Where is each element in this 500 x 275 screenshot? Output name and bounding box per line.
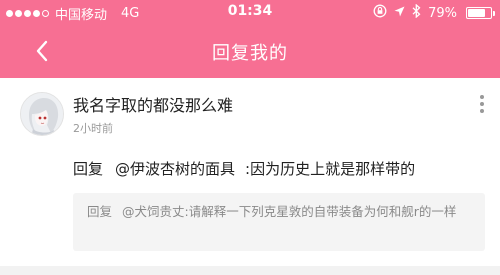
location-arrow-icon: [394, 6, 405, 21]
page-title: 回复我的: [212, 43, 288, 64]
status-right: 79%: [373, 3, 495, 22]
mention-link[interactable]: @伊波杏树的面具: [115, 160, 235, 178]
timestamp: 2小时前: [73, 122, 113, 135]
quote-reply-label: 回复: [87, 204, 113, 219]
quote-message: 请解释一下列克星敦的自带装备为何和舰r的一样: [188, 204, 457, 219]
username[interactable]: 我名字取的都没那么难: [73, 92, 233, 116]
reply-message: :因为历史上就是那样带的: [245, 160, 416, 178]
reply-label: 回复: [73, 160, 104, 178]
reply-content: 回复 @伊波杏树的面具 :因为历史上就是那样带的: [73, 158, 415, 179]
bluetooth-icon: [412, 3, 421, 22]
rotation-lock-icon: [373, 4, 387, 22]
battery-fill: [468, 9, 486, 17]
more-vertical-icon[interactable]: [474, 93, 490, 115]
quote-mention: @犬饲贵丈:: [122, 204, 189, 219]
nav-bar: 回复我的: [0, 25, 500, 78]
status-bar: 中国移动 4G 01:34 79%: [0, 0, 500, 25]
avatar[interactable]: [20, 92, 64, 136]
battery-percent: 79%: [428, 5, 457, 21]
quoted-comment[interactable]: 回复 @犬饲贵丈:请解释一下列克星敦的自带装备为何和舰r的一样: [73, 193, 485, 251]
bottom-divider: [0, 266, 500, 275]
reply-card: 我名字取的都没那么难 2小时前 回复 @伊波杏树的面具 :因为历史上就是那样带的 回…: [0, 78, 500, 275]
battery-icon: [466, 7, 495, 19]
